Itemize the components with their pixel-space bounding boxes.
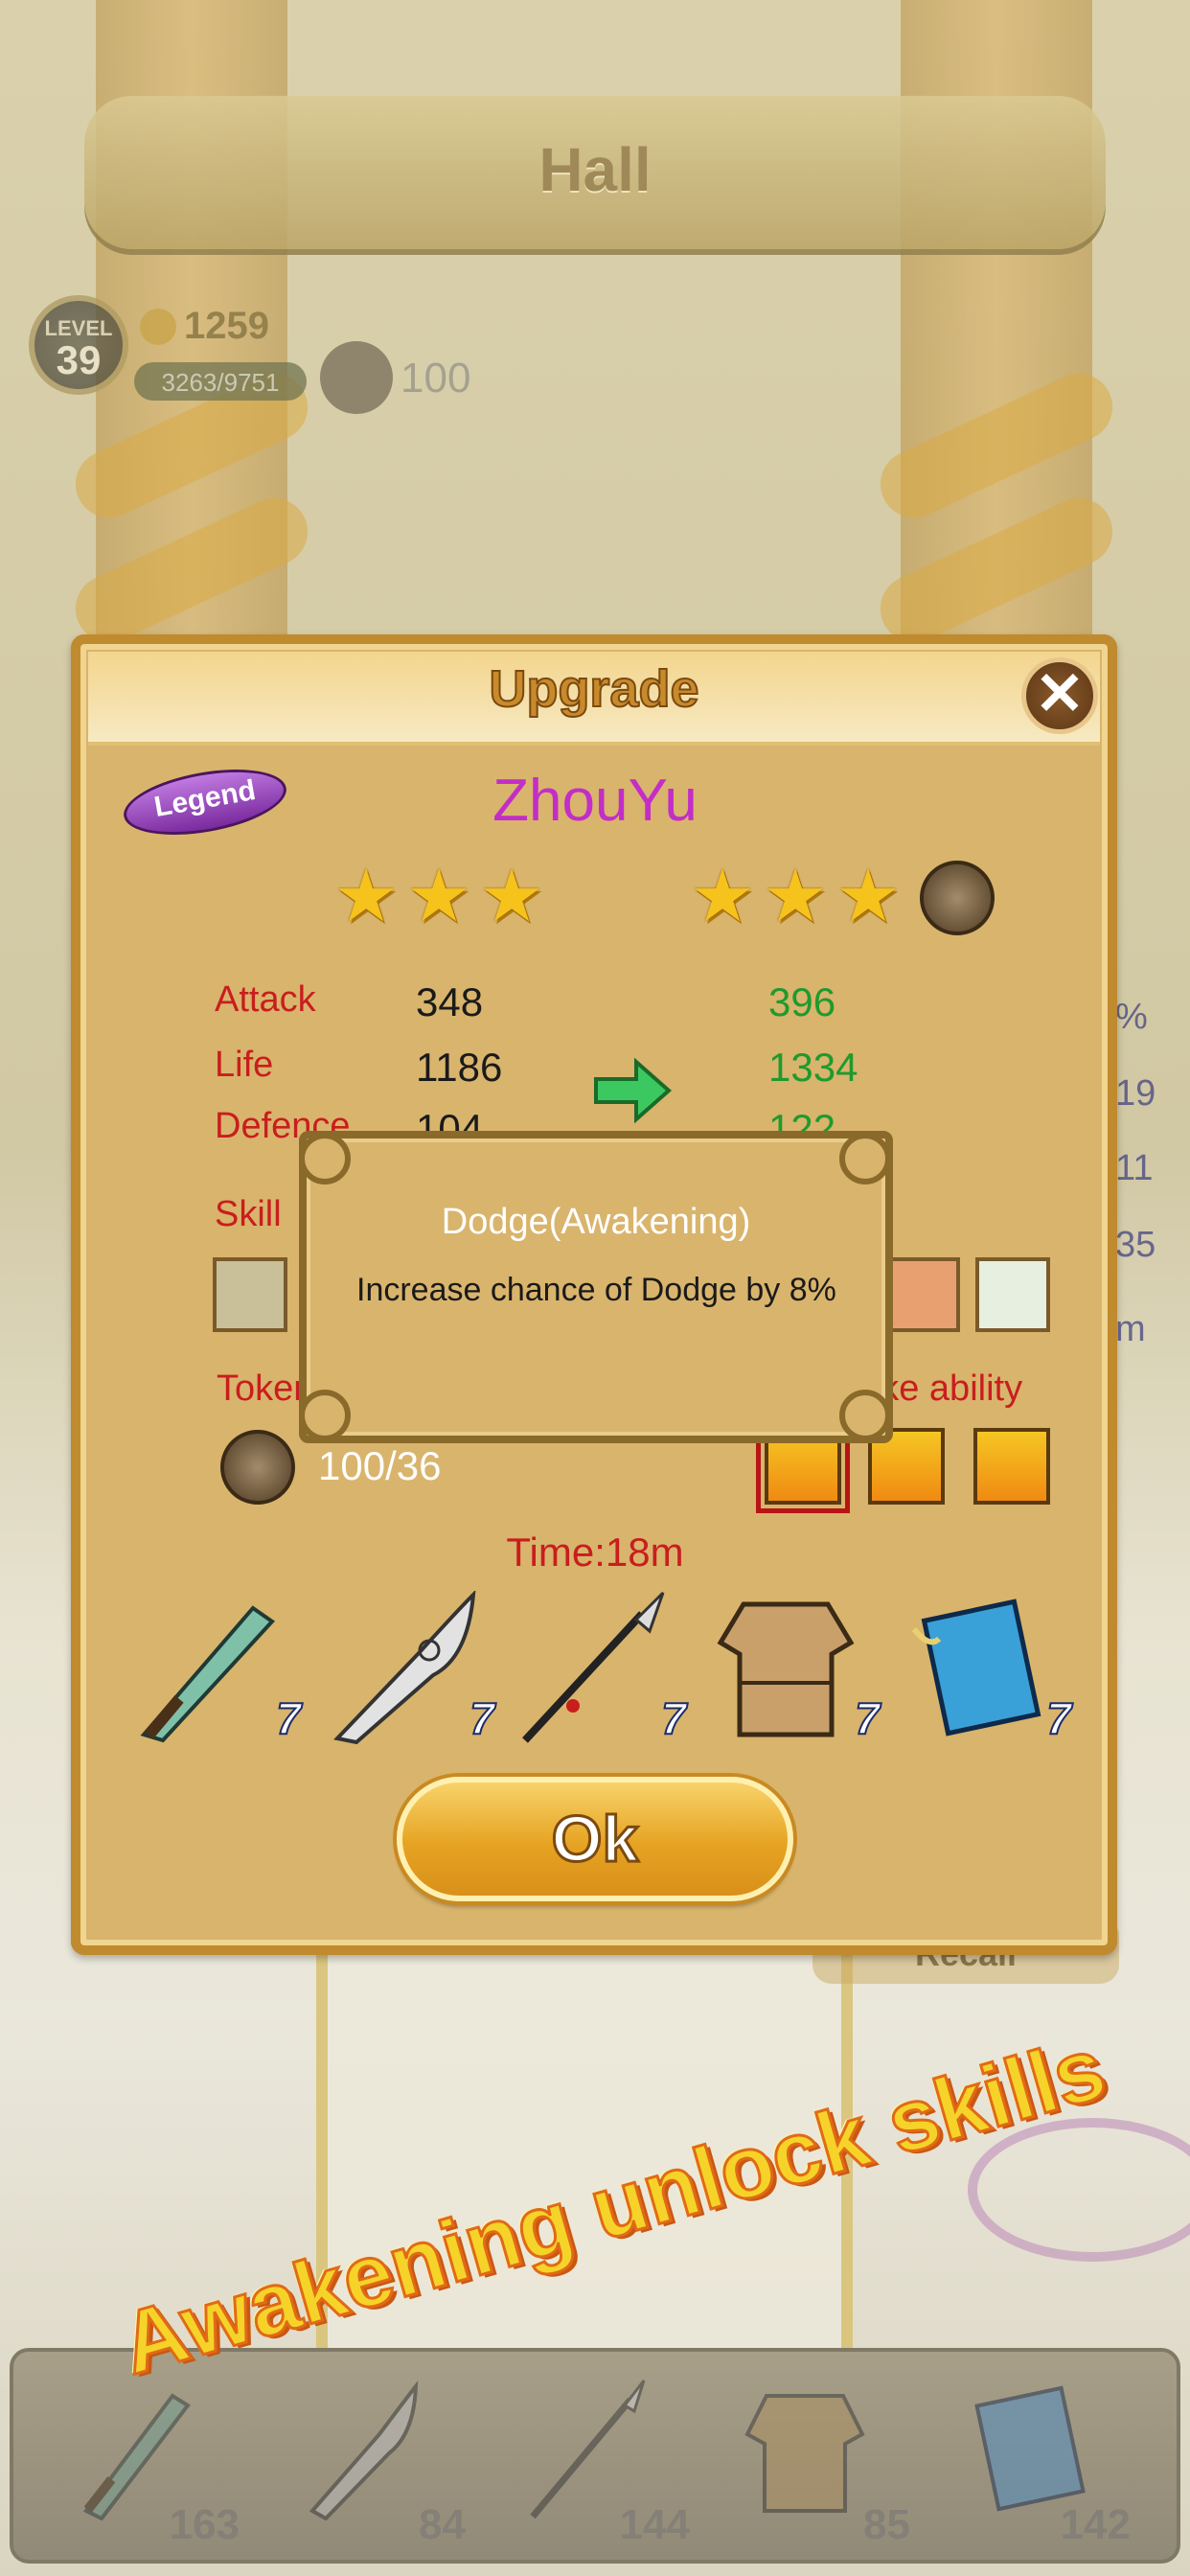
arrow-right-icon (594, 1058, 673, 1123)
star-icon: ★ (479, 856, 545, 937)
stat-label-life: Life (215, 1045, 274, 1085)
equipment-slot[interactable]: 7 (515, 1591, 688, 1744)
water-ability-icon[interactable] (973, 1428, 1050, 1505)
water-skill-icon[interactable] (975, 1257, 1050, 1332)
tooltip-description: Increase chance of Dodge by 8% (356, 1272, 836, 1308)
upgrade-time: Time:18m (506, 1530, 684, 1575)
token-icon (220, 1430, 295, 1505)
dialog-title: Upgrade (488, 659, 699, 719)
blade-icon (333, 1589, 476, 1745)
equipment-slot[interactable]: 7 (709, 1591, 881, 1744)
book-icon (911, 1598, 1041, 1736)
tooltip-corner (299, 1390, 351, 1441)
close-icon[interactable]: ✕ (1021, 661, 1098, 728)
star-icon: ★ (333, 856, 400, 937)
armor-icon (717, 1601, 855, 1737)
stat-next-life: 1334 (768, 1045, 858, 1090)
spear-icon (522, 1591, 665, 1743)
equipment-slot[interactable]: 7 (324, 1589, 496, 1745)
equipment-slot[interactable]: 7 (901, 1591, 1073, 1744)
equipment-slot[interactable]: 7 (130, 1591, 303, 1744)
dodge-skill-icon[interactable] (213, 1257, 287, 1332)
equipment-level: 7 (854, 1692, 881, 1744)
star-icon: ★ (690, 856, 756, 937)
hero-name: ZhouYu (492, 768, 698, 834)
equipment-level: 7 (1045, 1692, 1072, 1744)
stat-next-attack: 396 (768, 979, 836, 1024)
sword-icon (140, 1605, 276, 1743)
equipment-level: 7 (469, 1692, 495, 1744)
tooltip-corner (839, 1390, 891, 1441)
token-icon (920, 861, 995, 935)
equipment-level: 7 (660, 1692, 687, 1744)
star-icon: ★ (763, 856, 829, 937)
token-count: 100/36 (318, 1443, 442, 1488)
ok-button-label[interactable]: Ok (397, 1802, 793, 1877)
fire-skill-icon[interactable] (885, 1257, 960, 1332)
star-icon: ★ (835, 856, 902, 937)
equipment-level: 7 (275, 1692, 302, 1744)
skill-label: Skill (215, 1194, 282, 1234)
stat-value-attack: 348 (416, 979, 484, 1024)
tooltip-title: Dodge(Awakening) (441, 1202, 751, 1242)
stat-label-attack: Attack (215, 979, 316, 1020)
star-icon: ★ (406, 856, 472, 937)
tooltip-corner (839, 1133, 891, 1184)
stat-value-life: 1186 (416, 1045, 503, 1090)
tooltip-corner (299, 1133, 351, 1184)
